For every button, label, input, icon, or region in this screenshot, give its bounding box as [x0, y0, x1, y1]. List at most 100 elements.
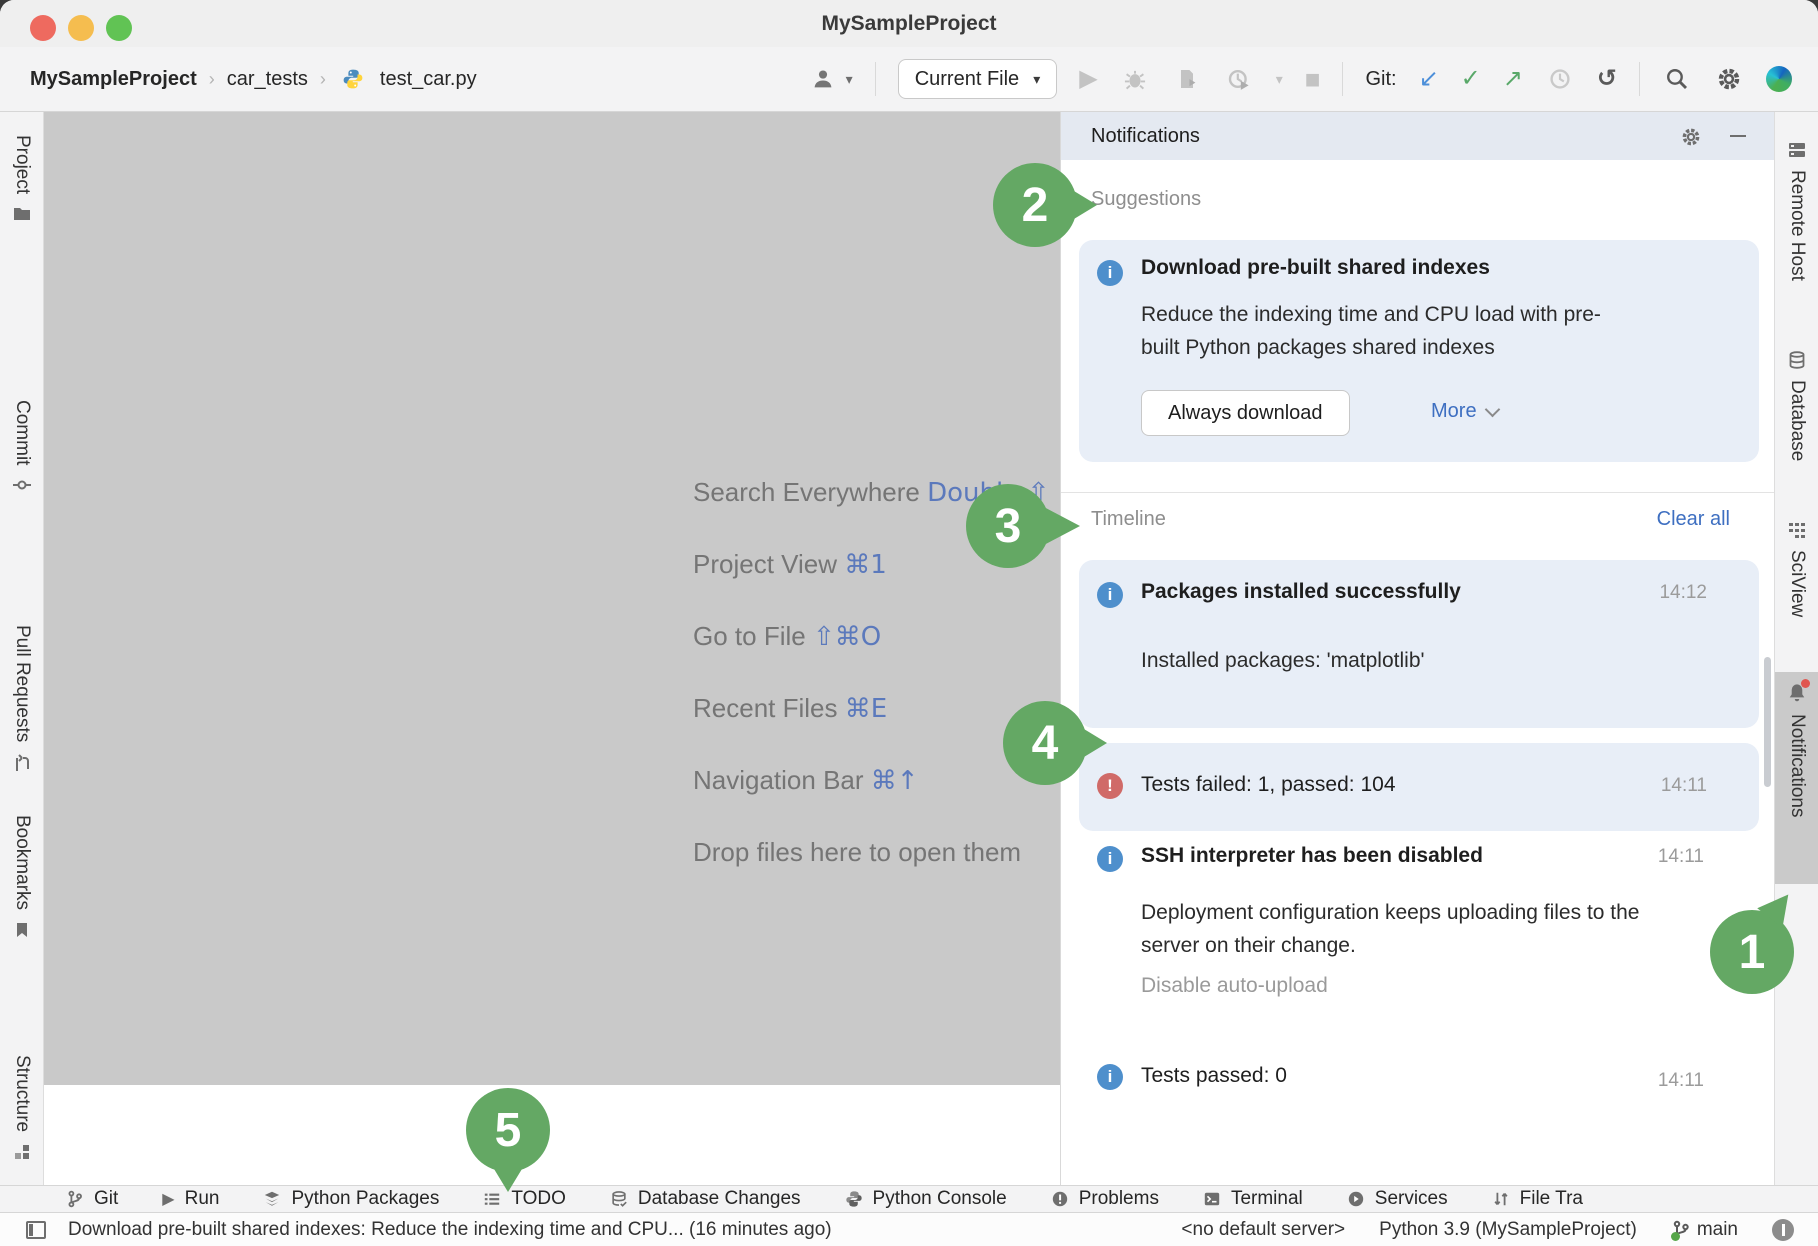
- tool-button-services[interactable]: Services: [1347, 1188, 1448, 1210]
- layout-toggle-icon[interactable]: [26, 1221, 46, 1239]
- stop-button[interactable]: ■: [1305, 66, 1321, 92]
- editor-area[interactable]: Search Everywhere Double ⇧ Project View …: [44, 112, 1060, 1185]
- interpreter-widget[interactable]: Python 3.9 (MySampleProject): [1379, 1219, 1637, 1241]
- panel-settings-gear-icon[interactable]: [1680, 126, 1702, 148]
- git-history-icon[interactable]: [1545, 64, 1575, 94]
- git-label: Git:: [1365, 68, 1396, 91]
- sciview-label: SciView: [1786, 550, 1808, 617]
- tool-button-python-packages[interactable]: Python Packages: [263, 1188, 439, 1210]
- info-icon: i: [1097, 1064, 1123, 1090]
- callout-4: 4: [1003, 701, 1087, 785]
- profiler-button[interactable]: [1172, 64, 1202, 94]
- user-dropdown-caret[interactable]: ▾: [846, 71, 853, 88]
- tool-button-run[interactable]: ▶ Run: [162, 1188, 219, 1210]
- search-everywhere-icon[interactable]: [1662, 64, 1692, 94]
- left-tool-strip: Project Commit Pull Requests Bookmarks S…: [0, 112, 44, 1185]
- tool-button-notifications-selected[interactable]: Notifications: [1775, 672, 1818, 884]
- info-icon: i: [1097, 260, 1123, 286]
- run-button[interactable]: ▶: [1079, 67, 1097, 91]
- git-commit-check-icon[interactable]: ✓: [1461, 67, 1481, 91]
- settings-gear-icon[interactable]: [1714, 64, 1744, 94]
- breadcrumb-folder[interactable]: car_tests: [227, 68, 308, 91]
- callout-5: 5: [466, 1088, 550, 1172]
- folder-icon: [12, 204, 32, 224]
- tool-button-database-changes[interactable]: Database Changes: [610, 1188, 801, 1210]
- notifications-label: Notifications: [1786, 714, 1808, 818]
- notification-time: 14:12: [1659, 582, 1707, 604]
- git-rollback-icon[interactable]: ↺: [1597, 67, 1617, 91]
- tool-button-python-console[interactable]: Python Console: [845, 1188, 1007, 1210]
- breadcrumb: MySampleProject › car_tests › test_car.p…: [0, 64, 477, 94]
- run-with-coverage-button[interactable]: [1224, 64, 1254, 94]
- suggestion-body: Reduce the indexing time and CPU load wi…: [1141, 298, 1631, 364]
- editor-dim-overlay: [44, 112, 1060, 1085]
- tool-button-pull-requests[interactable]: Pull Requests: [0, 625, 44, 772]
- notification-card-packages-installed[interactable]: i Packages installed successfully 14:12 …: [1079, 560, 1759, 728]
- right-tool-strip: Remote Host Database SciView Notificatio…: [1774, 112, 1818, 1185]
- commit-label: Commit: [11, 400, 33, 465]
- breadcrumb-file[interactable]: test_car.py: [380, 68, 477, 91]
- structure-label: Structure: [11, 1055, 33, 1132]
- title-bar: MySampleProject: [0, 0, 1818, 47]
- tool-button-commit[interactable]: Commit: [0, 400, 44, 495]
- user-account-icon[interactable]: [808, 64, 838, 94]
- database-changes-icon: [610, 1190, 628, 1208]
- tool-button-terminal[interactable]: Terminal: [1203, 1188, 1303, 1210]
- info-icon: i: [1097, 846, 1123, 872]
- always-download-button[interactable]: Always download: [1141, 390, 1350, 436]
- debug-button[interactable]: [1120, 64, 1150, 94]
- breadcrumb-separator: ›: [320, 69, 326, 90]
- remote-host-label: Remote Host: [1786, 170, 1808, 281]
- default-server-widget[interactable]: <no default server>: [1181, 1219, 1345, 1241]
- notification-body: Installed packages: 'matplotlib': [1141, 644, 1425, 677]
- problems-icon: [1051, 1190, 1069, 1208]
- notification-body: Deployment configuration keeps uploading…: [1141, 896, 1651, 962]
- tool-button-structure[interactable]: Structure: [0, 1055, 44, 1162]
- suggestion-card[interactable]: i Download pre-built shared indexes Redu…: [1079, 240, 1759, 462]
- notification-badge-dot: [1801, 679, 1810, 688]
- tool-button-bookmarks[interactable]: Bookmarks: [0, 815, 44, 940]
- notification-title: SSH interpreter has been disabled: [1141, 844, 1483, 868]
- database-label: Database: [1786, 380, 1808, 461]
- panel-minimize-icon[interactable]: [1730, 135, 1746, 137]
- terminal-icon: [1203, 1190, 1221, 1208]
- tool-button-label: Python Console: [873, 1188, 1007, 1210]
- bell-icon: [1786, 682, 1808, 704]
- panel-title: Notifications: [1061, 125, 1200, 148]
- git-update-icon[interactable]: ↙: [1419, 67, 1439, 91]
- gradient-ball-icon[interactable]: [1766, 66, 1792, 92]
- run-options-caret[interactable]: ▾: [1276, 71, 1283, 88]
- notification-card-tests-failed[interactable]: ! Tests failed: 1, passed: 104 14:11: [1079, 743, 1759, 831]
- clear-all-link[interactable]: Clear all: [1657, 508, 1730, 531]
- run-config-caret: ▾: [1033, 71, 1040, 88]
- tool-button-label: Database Changes: [638, 1188, 801, 1210]
- sciview-grid-icon: [1787, 520, 1807, 540]
- disable-auto-upload-link[interactable]: Disable auto-upload: [1141, 974, 1328, 998]
- tool-button-sciview[interactable]: SciView: [1775, 520, 1818, 617]
- status-message[interactable]: Download pre-built shared indexes: Reduc…: [68, 1219, 832, 1241]
- git-branch-icon: [66, 1190, 84, 1208]
- tool-button-problems[interactable]: Problems: [1051, 1188, 1159, 1210]
- more-dropdown[interactable]: More: [1431, 400, 1498, 423]
- event-log-icon[interactable]: [1772, 1219, 1794, 1241]
- hint-shortcut: ⌘E: [845, 694, 887, 724]
- run-configuration-select[interactable]: Current File ▾: [898, 59, 1058, 99]
- git-push-icon[interactable]: ↗: [1503, 67, 1523, 91]
- git-branch-widget[interactable]: main: [1671, 1219, 1738, 1241]
- tool-button-label: Problems: [1079, 1188, 1159, 1210]
- notifications-panel-header: Notifications: [1061, 112, 1774, 160]
- tool-button-project[interactable]: Project: [0, 135, 44, 224]
- tool-button-label: File Tra: [1520, 1188, 1583, 1210]
- breadcrumb-project[interactable]: MySampleProject: [30, 68, 197, 91]
- timeline-section-label: Timeline: [1091, 508, 1166, 531]
- tool-button-database[interactable]: Database: [1775, 350, 1818, 461]
- tool-button-git[interactable]: Git: [66, 1188, 118, 1210]
- ide-window: MySampleProject MySampleProject › car_te…: [0, 0, 1818, 1246]
- python-file-icon: [338, 64, 368, 94]
- services-icon: [1347, 1190, 1365, 1208]
- tool-button-file-transfer[interactable]: File Tra: [1492, 1188, 1583, 1210]
- branch-name: main: [1697, 1219, 1738, 1241]
- tool-button-label: Services: [1375, 1188, 1448, 1210]
- panel-scrollbar-thumb[interactable]: [1764, 657, 1771, 787]
- tool-button-remote-host[interactable]: Remote Host: [1775, 140, 1818, 281]
